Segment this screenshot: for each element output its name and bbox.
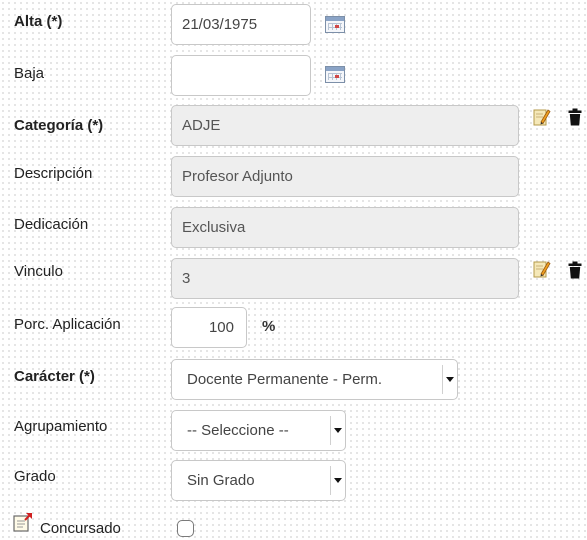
vinculo-input[interactable]: 3: [171, 258, 519, 299]
categoria-label: Categoría (*): [14, 117, 104, 134]
chevron-down-icon[interactable]: [442, 365, 457, 394]
agrupamiento-selected-value: -- Seleccione --: [187, 422, 289, 439]
concursado-label: Concursado: [40, 520, 121, 537]
grado-select[interactable]: Sin Grado: [171, 460, 346, 501]
alta-label: Alta (*): [14, 13, 63, 30]
descripcion-input[interactable]: Profesor Adjunto: [171, 156, 519, 197]
note-icon: [13, 513, 32, 532]
porc-aplicacion-label: Porc. Aplicación: [14, 316, 121, 333]
percent-unit: %: [262, 318, 276, 335]
alta-date-input[interactable]: 21/03/1975: [171, 4, 311, 45]
chevron-down-icon[interactable]: [330, 416, 345, 445]
concursado-checkbox[interactable]: [177, 520, 194, 537]
grado-label: Grado: [14, 468, 56, 485]
baja-calendar-icon[interactable]: [325, 66, 345, 83]
dedicacion-label: Dedicación: [14, 216, 89, 233]
vinculo-edit-icon[interactable]: [533, 259, 551, 279]
dedicacion-input[interactable]: Exclusiva: [171, 207, 519, 248]
baja-date-input[interactable]: [171, 55, 311, 96]
chevron-down-icon[interactable]: [330, 466, 345, 495]
alta-calendar-icon[interactable]: [325, 16, 345, 33]
vinculo-delete-icon[interactable]: [568, 261, 582, 279]
descripcion-label: Descripción: [14, 165, 93, 182]
agrupamiento-select[interactable]: -- Seleccione --: [171, 410, 346, 451]
caracter-label: Carácter (*): [14, 368, 95, 385]
baja-label: Baja: [14, 65, 45, 82]
porc-aplicacion-input[interactable]: 100: [171, 307, 247, 348]
categoria-input[interactable]: ADJE: [171, 105, 519, 146]
vinculo-label: Vinculo: [14, 263, 63, 280]
categoria-delete-icon[interactable]: [568, 108, 582, 126]
caracter-selected-value: Docente Permanente - Perm.: [187, 371, 383, 388]
agrupamiento-label: Agrupamiento: [14, 418, 108, 435]
grado-selected-value: Sin Grado: [187, 472, 255, 489]
caracter-select[interactable]: Docente Permanente - Perm.: [171, 359, 458, 400]
categoria-edit-icon[interactable]: [533, 107, 551, 127]
